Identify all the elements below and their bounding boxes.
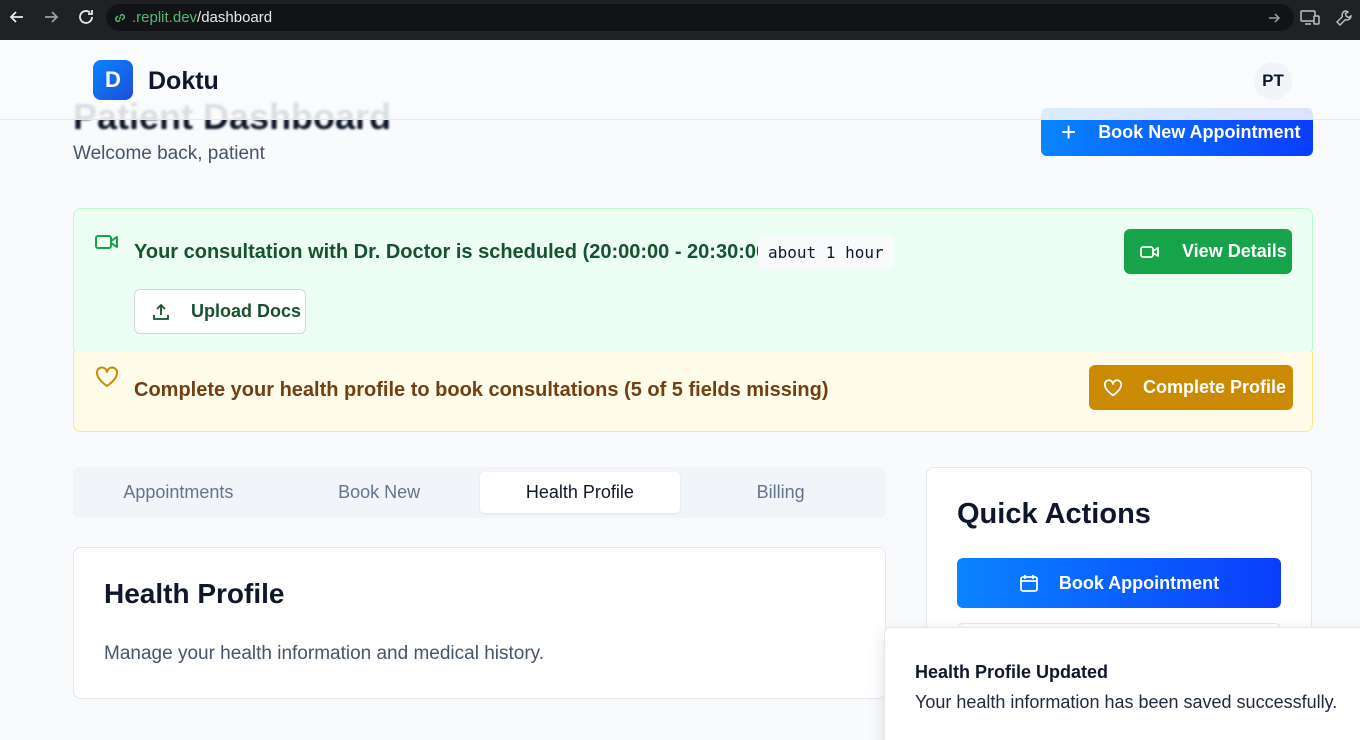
tab-health-profile[interactable]: Health Profile	[479, 472, 681, 513]
heart-icon	[1103, 378, 1123, 397]
toast-notification[interactable]: Health Profile Updated Your health infor…	[884, 627, 1360, 740]
tab-appointments[interactable]: Appointments	[78, 472, 279, 513]
book-appointment-button[interactable]: Book Appointment	[957, 558, 1281, 608]
health-profile-title: Health Profile	[104, 578, 285, 609]
video-camera-icon	[95, 233, 119, 256]
complete-profile-label: Complete Profile	[1143, 377, 1287, 397]
tab-billing[interactable]: Billing	[680, 472, 881, 513]
avatar[interactable]: PT	[1254, 62, 1292, 100]
book-appointment-label: Book Appointment	[1058, 572, 1220, 593]
view-details-label: View Details	[1182, 241, 1287, 261]
heart-icon	[95, 366, 119, 393]
calendar-icon	[1019, 573, 1039, 593]
profile-warning-banner: Complete your health profile to book con…	[73, 352, 1313, 432]
health-profile-card: Health Profile Manage your health inform…	[73, 547, 886, 699]
brand-name[interactable]: Doktu	[148, 67, 219, 96]
profile-warning-message: Complete your health profile to book con…	[134, 379, 829, 401]
link-icon	[112, 10, 128, 26]
time-until-badge: about 1 hour	[758, 235, 894, 269]
upload-icon	[151, 302, 171, 322]
wrench-icon[interactable]	[1334, 8, 1354, 28]
upload-docs-label: Upload Docs	[191, 301, 302, 321]
address-bar[interactable]: .replit.dev/dashboard	[106, 4, 1294, 31]
consultation-banner: Your consultation with Dr. Doctor is sch…	[73, 208, 1313, 355]
browser-toolbar: .replit.dev/dashboard	[0, 0, 1360, 40]
view-details-button[interactable]: View Details	[1124, 229, 1292, 274]
dashboard-tabs: Appointments Book New Health Profile Bil…	[73, 467, 886, 518]
video-camera-icon	[1140, 244, 1160, 260]
app-header: D Doktu PT	[0, 40, 1360, 120]
book-new-appointment-label: Book New Appointment	[1098, 121, 1301, 142]
toast-title: Health Profile Updated	[915, 662, 1109, 682]
tab-book-new[interactable]: Book New	[279, 472, 480, 513]
plus-icon: +	[1061, 117, 1077, 147]
quick-actions-title: Quick Actions	[957, 498, 1151, 530]
consultation-message: Your consultation with Dr. Doctor is sch…	[134, 241, 774, 263]
url-path: /dashboard	[197, 9, 273, 26]
toast-description: Your health information has been saved s…	[915, 692, 1338, 712]
logo[interactable]: D	[93, 60, 133, 100]
arrow-right-icon[interactable]	[1264, 8, 1284, 28]
health-profile-description: Manage your health information and medic…	[104, 643, 545, 664]
welcome-text: Welcome back, patient	[73, 143, 265, 164]
complete-profile-button[interactable]: Complete Profile	[1089, 365, 1293, 410]
url-host: .replit.dev	[132, 9, 198, 26]
upload-docs-button[interactable]: Upload Docs	[134, 289, 306, 334]
devices-icon[interactable]	[1300, 8, 1320, 28]
back-arrow-icon[interactable]	[8, 8, 26, 26]
reload-icon[interactable]	[77, 8, 95, 26]
forward-arrow-icon[interactable]	[42, 8, 60, 26]
